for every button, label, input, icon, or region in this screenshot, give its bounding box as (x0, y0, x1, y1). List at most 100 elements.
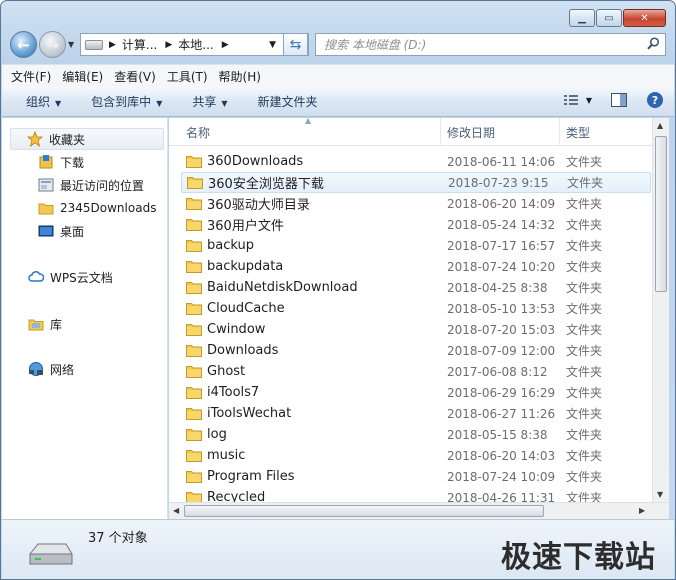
file-date: 2018-06-27 11:26 (447, 406, 556, 421)
file-row[interactable]: iToolsWechat 2018-06-27 11:26 文件夹 (181, 403, 651, 424)
file-row[interactable]: log 2018-05-15 8:38 文件夹 (181, 424, 651, 445)
scroll-left-icon[interactable]: ◀ (173, 506, 179, 515)
item-count: 37 个对象 (88, 531, 148, 546)
menu-tools[interactable]: 工具(T) (167, 68, 208, 85)
menu-help[interactable]: 帮助(H) (219, 68, 261, 85)
column-name[interactable]: 名称 (186, 124, 210, 141)
close-button[interactable]: ✕ (623, 9, 666, 27)
search-input[interactable]: 搜索 本地磁盘 (D:) (315, 33, 666, 56)
file-date: 2018-06-11 14:06 (447, 154, 556, 169)
vertical-scroll-thumb[interactable] (655, 136, 667, 292)
file-name: Ghost (207, 364, 246, 379)
file-row[interactable]: backup 2018-07-17 16:57 文件夹 (181, 235, 651, 256)
file-name: music (207, 448, 246, 463)
file-name: log (207, 427, 227, 442)
new-folder-label: 新建文件夹 (257, 95, 318, 109)
nav-library[interactable]: 库 (28, 314, 62, 334)
folder-icon (186, 366, 202, 378)
chevron-down-icon: ▼ (156, 99, 163, 108)
file-name: iToolsWechat (207, 406, 292, 421)
file-row[interactable]: Ghost 2017-06-08 8:12 文件夹 (181, 361, 651, 382)
nav-item-2345downloads[interactable]: 2345Downloads (38, 198, 156, 218)
folder-icon (186, 387, 202, 399)
file-type: 文件夹 (567, 176, 604, 190)
file-row[interactable]: Downloads 2018-07-09 12:00 文件夹 (181, 340, 651, 361)
refresh-button[interactable]: ⇆ (283, 33, 308, 56)
recent-pages-dropdown[interactable]: ▼ (68, 40, 74, 49)
file-row[interactable]: Program Files 2018-07-24 10:09 文件夹 (181, 466, 651, 487)
breadcrumb-arrow-icon[interactable]: ▶ (109, 40, 116, 50)
menu-file[interactable]: 文件(F) (11, 68, 51, 85)
scroll-up-icon[interactable]: ▲ (657, 121, 663, 130)
file-row[interactable]: backupdata 2018-07-24 10:20 文件夹 (181, 256, 651, 277)
help-icon[interactable]: ? (646, 91, 664, 109)
file-name: 360驱动大师目录 (207, 198, 310, 213)
column-divider[interactable] (559, 118, 560, 146)
view-options-button[interactable]: ▼ (562, 91, 592, 109)
file-row[interactable]: CloudCache 2018-05-10 13:53 文件夹 (181, 298, 651, 319)
file-row[interactable]: 360Downloads 2018-06-11 14:06 文件夹 (181, 151, 651, 172)
file-date: 2018-06-29 16:29 (447, 385, 556, 400)
minimize-icon: ▁ (578, 12, 586, 24)
file-row[interactable]: 360安全浏览器下载 2018-07-23 9:15 文件夹 (181, 172, 651, 193)
maximize-button[interactable]: ▭ (596, 9, 622, 27)
downloads-folder-icon (39, 155, 53, 169)
breadcrumb-arrow-icon[interactable]: ▶ (165, 40, 172, 50)
share-button[interactable]: 共享 ▼ (192, 93, 227, 110)
file-name: Program Files (207, 469, 295, 484)
file-row[interactable]: Recycled 2018-04-26 11:31 文件夹 (181, 487, 651, 502)
chevron-down-icon: ▼ (221, 99, 228, 108)
nav-item-desktop[interactable]: 桌面 (38, 221, 84, 241)
file-row[interactable]: BaiduNetdiskDownload 2018-04-25 8:38 文件夹 (181, 277, 651, 298)
scroll-right-icon[interactable]: ▶ (639, 506, 645, 515)
column-date[interactable]: 修改日期 (447, 124, 495, 141)
menu-edit[interactable]: 编辑(E) (62, 68, 103, 85)
address-bar[interactable]: ▶ 计算... ▶ 本地... ▶ ▼ (80, 33, 309, 56)
folder-icon (186, 156, 202, 168)
vertical-scrollbar[interactable]: ▲ ▼ (652, 118, 669, 502)
breadcrumb-computer[interactable]: 计算... (122, 36, 157, 53)
search-icon[interactable] (647, 37, 660, 50)
new-folder-button[interactable]: 新建文件夹 (258, 93, 318, 110)
horizontal-scroll-thumb[interactable] (184, 505, 544, 517)
column-type[interactable]: 类型 (566, 124, 590, 141)
preview-pane-icon[interactable] (610, 91, 628, 109)
nav-wps-cloud[interactable]: WPS云文档 (28, 267, 113, 287)
breadcrumb-local-disk[interactable]: 本地... (178, 36, 213, 53)
folder-icon (186, 219, 202, 231)
file-row[interactable]: 360用户文件 2018-05-24 14:32 文件夹 (181, 214, 651, 235)
nav-item-downloads[interactable]: 下载 (38, 152, 84, 172)
file-row[interactable]: 360驱动大师目录 2018-06-20 14:09 文件夹 (181, 193, 651, 214)
file-row[interactable]: i4Tools7 2018-06-29 16:29 文件夹 (181, 382, 651, 403)
include-label: 包含到库中 (91, 95, 152, 109)
file-row[interactable]: Cwindow 2018-07-20 15:03 文件夹 (181, 319, 651, 340)
file-type: 文件夹 (566, 155, 603, 169)
file-row[interactable]: music 2018-06-20 14:03 文件夹 (181, 445, 651, 466)
nav-network[interactable]: 网络 (28, 359, 74, 379)
file-type: 文件夹 (566, 449, 603, 463)
command-bar: 组织 ▼ 包含到库中 ▼ 共享 ▼ 新建文件夹 ▼ ? (2, 87, 674, 117)
folder-icon (186, 282, 202, 294)
file-date: 2018-07-20 15:03 (447, 322, 556, 337)
horizontal-scrollbar[interactable]: ◀ ▶ (169, 502, 669, 519)
organize-button[interactable]: 组织 ▼ (26, 93, 61, 110)
column-divider[interactable] (440, 118, 441, 146)
nav-label: 桌面 (60, 224, 85, 239)
minimize-button[interactable]: ▁ (569, 9, 595, 27)
nav-favorites[interactable]: 收藏夹 (10, 128, 164, 150)
nav-item-recent-places[interactable]: 最近访问的位置 (38, 175, 144, 195)
address-dropdown-icon[interactable]: ▼ (269, 40, 276, 50)
folder-icon (186, 450, 202, 462)
back-button[interactable]: ← (10, 31, 37, 58)
forward-arrow-icon: → (46, 35, 59, 54)
include-in-library-button[interactable]: 包含到库中 ▼ (91, 93, 162, 110)
menu-view[interactable]: 查看(V) (114, 68, 156, 85)
scroll-down-icon[interactable]: ▼ (657, 490, 663, 499)
file-date: 2018-05-10 13:53 (447, 301, 556, 316)
forward-button[interactable]: → (39, 31, 66, 58)
favorites-label: 收藏夹 (49, 132, 86, 147)
folder-icon (186, 198, 202, 210)
breadcrumb-arrow-icon[interactable]: ▶ (222, 40, 229, 50)
search-placeholder: 搜索 本地磁盘 (D:) (324, 38, 427, 52)
file-name: 360安全浏览器下载 (208, 177, 324, 192)
